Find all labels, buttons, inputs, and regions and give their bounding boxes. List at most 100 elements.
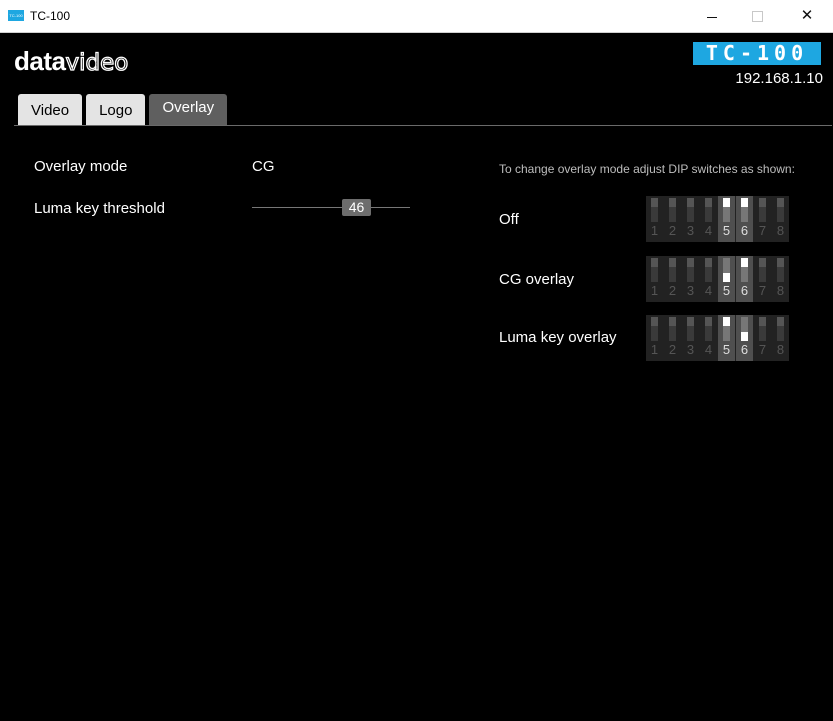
option-cg-label: CG overlay: [499, 271, 575, 288]
dip-switch-number: 2: [668, 223, 677, 238]
dip-switch-number: 2: [668, 342, 677, 357]
dip-switch-number: 7: [758, 342, 767, 357]
dip-switch-2: 2: [664, 196, 681, 242]
dip-instruction: To change overlay mode adjust DIP switch…: [499, 162, 795, 176]
dip-knob: [723, 198, 730, 207]
dip-switch-number: 3: [686, 283, 695, 298]
dip-switch-number: 8: [776, 223, 785, 238]
dip-knob: [777, 198, 784, 207]
dip-switch-4: 4: [700, 196, 717, 242]
dip-switch-number: 8: [776, 342, 785, 357]
dip-switch-number: 2: [668, 283, 677, 298]
dip-knob: [651, 198, 658, 207]
dip-switch-number: 5: [722, 283, 731, 298]
dip-knob: [723, 273, 730, 282]
dip-knob: [669, 198, 676, 207]
minimize-button[interactable]: [692, 4, 732, 28]
dip-switch-number: 5: [722, 223, 731, 238]
dip-knob: [687, 317, 694, 326]
dip-switch-7: 7: [754, 256, 771, 302]
dip-knob: [669, 317, 676, 326]
dip-switch-4: 4: [700, 315, 717, 361]
dip-knob: [705, 198, 712, 207]
luma-threshold-thumb[interactable]: 46: [342, 199, 371, 216]
dip-switch-1: 1: [646, 315, 663, 361]
dip-knob: [741, 332, 748, 341]
tab-divider: [14, 125, 832, 126]
dip-switch-number: 6: [740, 342, 749, 357]
dip-knob: [651, 317, 658, 326]
dip-switch-number: 4: [704, 283, 713, 298]
tab-video[interactable]: Video: [18, 94, 83, 125]
option-off-label: Off: [499, 211, 519, 228]
tab-overlay[interactable]: Overlay: [149, 94, 228, 125]
overlay-mode-label: Overlay mode: [34, 158, 128, 175]
dip-switch-number: 1: [650, 223, 659, 238]
option-luma-label: Luma key overlay: [499, 329, 617, 346]
luma-key-threshold-label: Luma key threshold: [34, 200, 165, 217]
luma-threshold-slider[interactable]: [252, 207, 410, 208]
dip-switch-5: 5: [718, 196, 735, 242]
dip-knob: [759, 317, 766, 326]
dip-switch-off: 12345678: [646, 196, 789, 242]
dip-switch-number: 6: [740, 223, 749, 238]
dip-switch-number: 3: [686, 342, 695, 357]
dip-switch-number: 4: [704, 342, 713, 357]
window-title: TC-100: [30, 9, 71, 23]
dip-switch-3: 3: [682, 256, 699, 302]
tab-bar: Video Logo Overlay: [18, 94, 231, 125]
overlay-mode-value: CG: [252, 158, 275, 175]
dip-switch-8: 8: [772, 196, 789, 242]
dip-switch-cg: 12345678: [646, 256, 789, 302]
dip-knob: [777, 317, 784, 326]
maximize-button[interactable]: [737, 4, 777, 28]
close-icon: ✕: [800, 7, 814, 24]
dip-switch-number: 5: [722, 342, 731, 357]
dip-switch-luma: 12345678: [646, 315, 789, 361]
dip-knob: [759, 258, 766, 267]
model-badge: TC-100: [693, 42, 821, 65]
dip-switch-8: 8: [772, 315, 789, 361]
dip-switch-1: 1: [646, 196, 663, 242]
close-button[interactable]: ✕: [787, 4, 827, 28]
dip-knob: [759, 198, 766, 207]
dip-knob: [705, 317, 712, 326]
dip-switch-3: 3: [682, 196, 699, 242]
ip-address: 192.168.1.10: [735, 70, 823, 87]
dip-switch-8: 8: [772, 256, 789, 302]
dip-knob: [687, 258, 694, 267]
dip-switch-5: 5: [718, 315, 735, 361]
window-title-bar: TC-100 TC-100 ✕: [0, 0, 833, 33]
datavideo-logo: datavideo: [14, 46, 129, 77]
dip-switch-2: 2: [664, 256, 681, 302]
dip-switch-3: 3: [682, 315, 699, 361]
dip-knob: [741, 198, 748, 207]
dip-knob: [669, 258, 676, 267]
maximize-icon: [751, 11, 763, 23]
logo-bold-text: data: [14, 46, 66, 76]
dip-switch-number: 7: [758, 223, 767, 238]
dip-switch-5: 5: [718, 256, 735, 302]
dip-knob: [705, 258, 712, 267]
dip-knob: [741, 258, 748, 267]
minimize-icon: [707, 16, 717, 18]
dip-switch-number: 4: [704, 223, 713, 238]
dip-switch-number: 1: [650, 283, 659, 298]
dip-switch-1: 1: [646, 256, 663, 302]
tab-logo[interactable]: Logo: [86, 94, 146, 125]
dip-switch-number: 8: [776, 283, 785, 298]
dip-switch-6: 6: [736, 256, 753, 302]
dip-switch-number: 1: [650, 342, 659, 357]
logo-outline-text: video: [65, 49, 129, 76]
dip-switch-6: 6: [736, 196, 753, 242]
dip-switch-4: 4: [700, 256, 717, 302]
dip-knob: [687, 198, 694, 207]
dip-knob: [723, 317, 730, 326]
app-icon: TC-100: [8, 10, 24, 21]
dip-switch-7: 7: [754, 196, 771, 242]
dip-knob: [651, 258, 658, 267]
dip-switch-2: 2: [664, 315, 681, 361]
dip-switch-6: 6: [736, 315, 753, 361]
app-icon-text: TC-100: [9, 13, 23, 18]
dip-switch-7: 7: [754, 315, 771, 361]
